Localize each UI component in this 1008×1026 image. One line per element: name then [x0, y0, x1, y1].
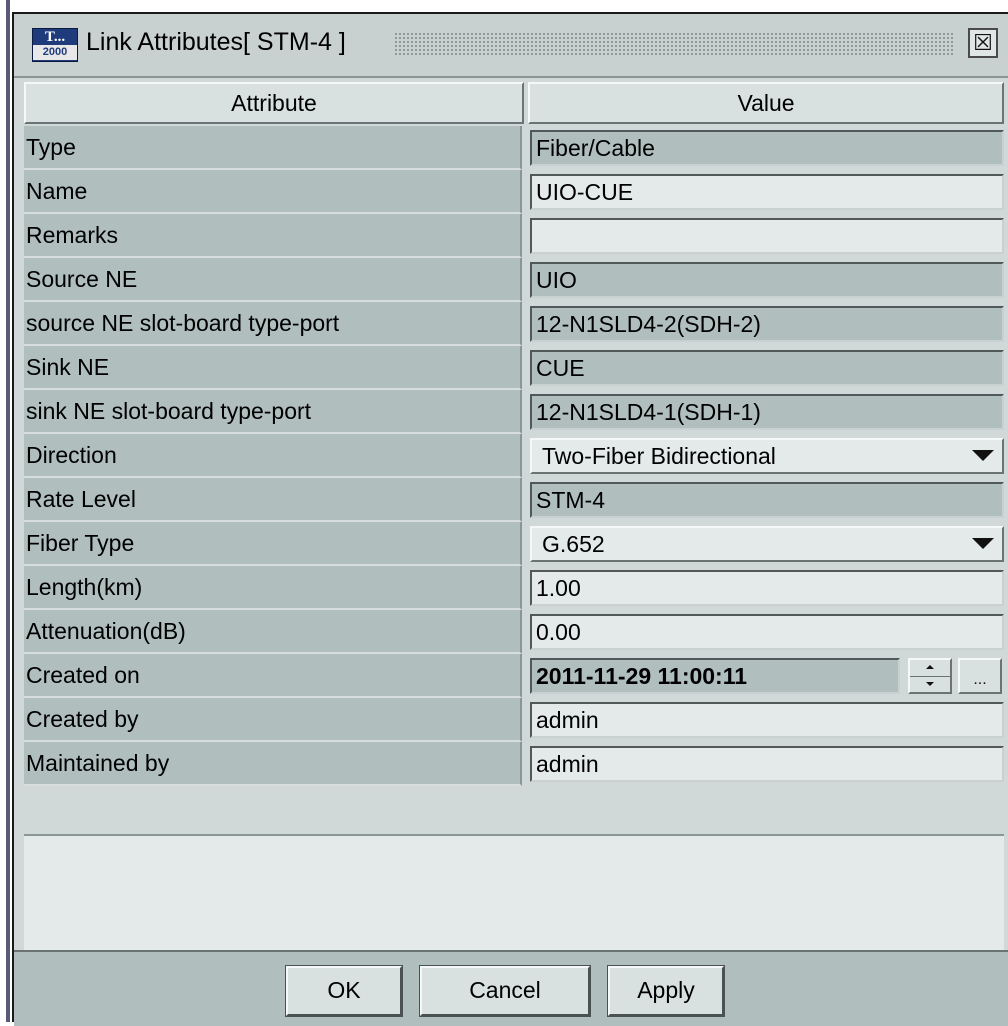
link-attributes-dialog: T... 2000 Link Attributes[ STM-4 ] ☒ Att… — [12, 12, 1008, 1026]
sink-port-value: 12-N1SLD4-1(SDH-1) — [530, 394, 1004, 430]
table-row-direction: Direction Two-Fiber Bidirectional — [24, 434, 1004, 478]
table-row-sink-ne: Sink NE CUE — [24, 346, 1004, 390]
close-button[interactable]: ☒ — [968, 28, 998, 58]
chevron-up-icon — [926, 665, 934, 669]
dialog-title: Link Attributes[ STM-4 ] — [86, 28, 346, 56]
ok-button[interactable]: OK — [285, 965, 403, 1017]
attribute-label: Type — [24, 126, 522, 170]
table-row-rate-level: Rate Level STM-4 — [24, 478, 1004, 522]
column-header-attribute[interactable]: Attribute — [24, 82, 524, 124]
table-row-length: Length(km) 1.00 — [24, 566, 1004, 610]
table-row-created-by: Created by admin — [24, 698, 1004, 742]
attribute-label: Sink NE — [24, 346, 522, 390]
attribute-label: Fiber Type — [24, 522, 522, 566]
table-row-name: Name UIO-CUE — [24, 170, 1004, 214]
table-empty-area — [24, 834, 1004, 950]
dialog-button-bar: OK Cancel Apply — [14, 950, 1008, 1026]
length-field[interactable]: 1.00 — [530, 570, 1004, 606]
column-header-value[interactable]: Value — [528, 82, 1004, 124]
spinner-down-button[interactable] — [910, 677, 950, 693]
attribute-label: Created by — [24, 698, 522, 742]
table-row-attenuation: Attenuation(dB) 0.00 — [24, 610, 1004, 654]
logo-top-text: T... — [44, 29, 66, 45]
table-row-fiber-type: Fiber Type G.652 — [24, 522, 1004, 566]
edge-bar — [6, 0, 10, 1022]
spinner-up-button[interactable] — [910, 660, 950, 677]
cancel-button[interactable]: Cancel — [419, 965, 591, 1017]
fiber-type-selected-value: G.652 — [542, 531, 605, 557]
attenuation-field[interactable]: 0.00 — [530, 614, 1004, 650]
table-header: Attribute Value — [24, 82, 1004, 124]
attribute-label: Attenuation(dB) — [24, 610, 522, 654]
maintained-by-field[interactable]: admin — [530, 746, 1004, 782]
apply-button[interactable]: Apply — [607, 965, 725, 1017]
attribute-label: Maintained by — [24, 742, 522, 786]
chevron-down-icon — [926, 682, 934, 686]
name-field[interactable]: UIO-CUE — [530, 174, 1004, 210]
title-drag-area[interactable] — [394, 32, 954, 56]
table-row-source-port: source NE slot-board type-port 12-N1SLD4… — [24, 302, 1004, 346]
table-row-type: Type Fiber/Cable — [24, 126, 1004, 170]
date-picker-button[interactable]: ... — [958, 658, 1002, 694]
attribute-label: sink NE slot-board type-port — [24, 390, 522, 434]
table-row-maintained-by: Maintained by admin — [24, 742, 1004, 786]
direction-selected-value: Two-Fiber Bidirectional — [542, 443, 776, 469]
source-port-value: 12-N1SLD4-2(SDH-2) — [530, 306, 1004, 342]
attribute-label: Rate Level — [24, 478, 522, 522]
table-row-sink-port: sink NE slot-board type-port 12-N1SLD4-1… — [24, 390, 1004, 434]
attribute-label: Created on — [24, 654, 522, 698]
sink-ne-value: CUE — [530, 350, 1004, 386]
attribute-label: Source NE — [24, 258, 522, 302]
created-on-field[interactable]: 2011-11-29 11:00:11 — [530, 658, 900, 694]
fiber-type-dropdown[interactable]: G.652 — [530, 526, 1004, 562]
date-spinner[interactable] — [908, 658, 952, 694]
remarks-field[interactable] — [530, 218, 1004, 254]
chevron-down-icon[interactable] — [972, 450, 994, 461]
title-bar[interactable]: T... 2000 Link Attributes[ STM-4 ] ☒ — [14, 14, 1008, 78]
attribute-label: Name — [24, 170, 522, 214]
app-logo-icon: T... 2000 — [32, 28, 78, 62]
table-row-created-on: Created on 2011-11-29 11:00:11 ... — [24, 654, 1004, 698]
created-by-field[interactable]: admin — [530, 702, 1004, 738]
rate-level-value: STM-4 — [530, 482, 1004, 518]
source-ne-value: UIO — [530, 262, 1004, 298]
table-row-source-ne: Source NE UIO — [24, 258, 1004, 302]
attribute-label: Direction — [24, 434, 522, 478]
table-row-remarks: Remarks — [24, 214, 1004, 258]
chevron-down-icon[interactable] — [972, 538, 994, 549]
attribute-label: Remarks — [24, 214, 522, 258]
attribute-label: source NE slot-board type-port — [24, 302, 522, 346]
type-value: Fiber/Cable — [530, 130, 1004, 166]
direction-dropdown[interactable]: Two-Fiber Bidirectional — [530, 438, 1004, 474]
left-window-edge — [0, 0, 12, 1022]
attribute-label: Length(km) — [24, 566, 522, 610]
logo-bottom-text: 2000 — [33, 45, 77, 60]
